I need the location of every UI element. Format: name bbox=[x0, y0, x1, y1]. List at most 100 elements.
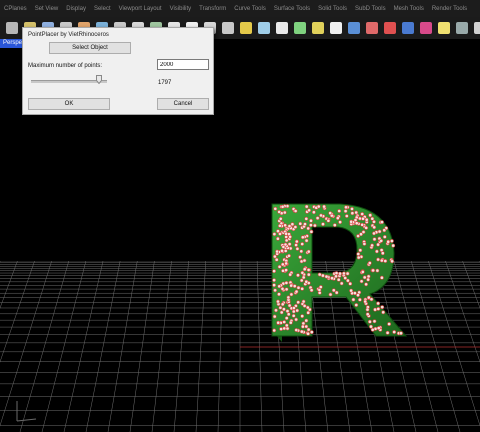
menu-item[interactable]: Mesh Tools bbox=[390, 6, 428, 12]
point-marker bbox=[379, 258, 384, 263]
point-marker bbox=[294, 289, 299, 294]
point-marker bbox=[274, 257, 279, 262]
material-icon[interactable] bbox=[402, 22, 414, 34]
point-marker bbox=[399, 331, 403, 336]
rectangle-icon[interactable] bbox=[294, 22, 306, 34]
point-marker bbox=[309, 330, 314, 335]
point-marker bbox=[356, 293, 360, 298]
point-marker bbox=[283, 223, 288, 228]
point-marker bbox=[286, 295, 291, 300]
menu-item[interactable]: Surface Tools bbox=[270, 6, 314, 12]
point-marker bbox=[367, 261, 372, 265]
point-marker bbox=[321, 222, 325, 227]
point-marker bbox=[318, 285, 323, 289]
point-marker bbox=[387, 322, 392, 326]
point-marker bbox=[291, 313, 296, 318]
points-slider-thumb[interactable] bbox=[96, 75, 103, 84]
dialog-title: PointPlacer by VietRhinoceros bbox=[28, 32, 109, 38]
point-marker bbox=[334, 274, 338, 279]
menu-item[interactable]: Render Tools bbox=[428, 6, 471, 12]
menu-item[interactable]: Set View bbox=[31, 6, 63, 12]
render-icon[interactable] bbox=[420, 22, 432, 34]
circle-icon[interactable] bbox=[258, 22, 270, 34]
point-marker bbox=[382, 228, 387, 233]
arc-icon[interactable] bbox=[276, 22, 288, 34]
point-marker bbox=[306, 272, 311, 277]
point-marker bbox=[356, 252, 361, 256]
point-marker bbox=[380, 220, 384, 225]
point-marker bbox=[392, 330, 397, 334]
max-points-input[interactable] bbox=[157, 59, 209, 70]
point-marker bbox=[339, 281, 344, 286]
new-file-icon[interactable] bbox=[6, 22, 18, 34]
point-marker bbox=[279, 310, 284, 315]
point-marker bbox=[284, 323, 289, 328]
point-marker bbox=[391, 243, 396, 248]
menu-item[interactable]: Visibility bbox=[166, 6, 196, 12]
point-marker bbox=[293, 209, 298, 213]
point-marker bbox=[301, 275, 306, 280]
select-object-button[interactable]: Select Object bbox=[49, 42, 131, 54]
solid-icon[interactable] bbox=[348, 22, 360, 34]
menu-item[interactable]: Solid Tools bbox=[314, 6, 351, 12]
point-marker bbox=[302, 267, 307, 272]
point-marker bbox=[357, 216, 362, 221]
point-marker bbox=[366, 274, 371, 279]
point-marker bbox=[389, 239, 394, 243]
polygon-icon[interactable] bbox=[312, 22, 324, 34]
menu-item[interactable]: Transform bbox=[195, 6, 230, 12]
point-marker bbox=[360, 212, 365, 216]
point-marker bbox=[300, 314, 305, 319]
menu-item[interactable]: Curve Tools bbox=[230, 6, 270, 12]
point-marker bbox=[306, 327, 311, 332]
point-marker bbox=[277, 264, 282, 269]
light-icon[interactable] bbox=[438, 22, 450, 34]
osnap-icon[interactable] bbox=[474, 22, 480, 34]
point-marker bbox=[296, 273, 300, 278]
point-marker bbox=[296, 300, 301, 305]
ok-button[interactable]: OK bbox=[28, 98, 110, 110]
menu-item[interactable]: Select bbox=[90, 6, 115, 12]
menu-item[interactable]: CPlanes bbox=[0, 6, 31, 12]
point-marker bbox=[300, 270, 305, 275]
point-marker bbox=[331, 288, 336, 293]
point-marker bbox=[356, 234, 361, 238]
point-marker bbox=[382, 234, 387, 239]
point-marker bbox=[277, 284, 282, 289]
menu-item[interactable]: Display bbox=[62, 6, 90, 12]
point-marker bbox=[354, 221, 359, 226]
point-marker bbox=[381, 310, 386, 315]
menu-item[interactable]: SubD Tools bbox=[351, 6, 390, 12]
point-marker bbox=[379, 238, 384, 243]
point-marker bbox=[300, 242, 305, 246]
point-marker bbox=[295, 308, 300, 313]
point-marker bbox=[272, 328, 277, 333]
point-marker bbox=[349, 219, 354, 224]
point-marker bbox=[304, 324, 309, 329]
grid-snap-icon[interactable] bbox=[456, 22, 468, 34]
curve-icon[interactable] bbox=[240, 22, 252, 34]
point-marker bbox=[287, 253, 291, 258]
point-marker bbox=[350, 211, 355, 216]
point-marker bbox=[278, 216, 283, 221]
surface-icon[interactable] bbox=[330, 22, 342, 34]
point-marker bbox=[303, 222, 307, 227]
mesh-icon[interactable] bbox=[366, 22, 378, 34]
color-wheel-icon[interactable] bbox=[384, 22, 396, 34]
point-marker bbox=[357, 297, 362, 302]
point-marker bbox=[361, 216, 365, 221]
point-marker bbox=[312, 223, 317, 228]
point-marker bbox=[360, 269, 365, 274]
point-marker bbox=[284, 261, 289, 266]
point-marker bbox=[283, 248, 288, 253]
point-marker bbox=[306, 331, 311, 336]
menu-item[interactable]: Viewport Layout bbox=[115, 6, 166, 12]
cancel-button[interactable]: Cancel bbox=[157, 98, 209, 110]
point-marker bbox=[285, 309, 290, 314]
point-marker bbox=[306, 310, 311, 315]
point-icon[interactable] bbox=[222, 22, 234, 34]
point-marker bbox=[294, 243, 299, 247]
point-marker bbox=[272, 269, 277, 274]
point-marker bbox=[359, 232, 363, 237]
axis-gizmo bbox=[16, 401, 37, 422]
